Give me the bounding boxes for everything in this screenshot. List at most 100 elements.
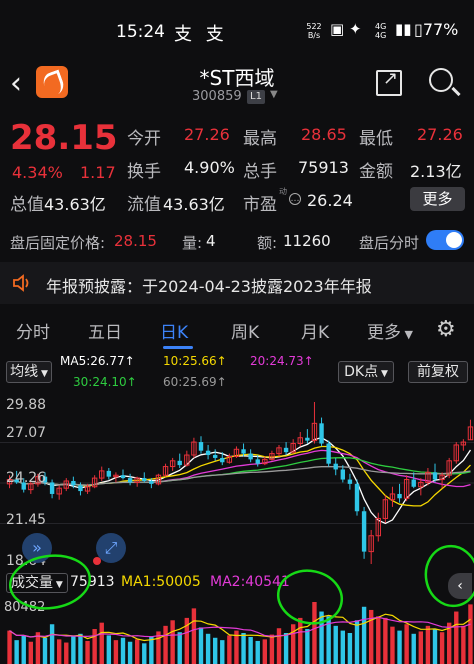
volume-chart [7, 602, 473, 664]
pe-info-icon[interactable]: … [289, 193, 301, 205]
volume-bar [113, 640, 119, 664]
candle [326, 440, 331, 467]
candle-body [432, 472, 438, 480]
level-caret-icon[interactable]: ▼ [270, 89, 278, 100]
total-hands-value: 75913 [298, 158, 349, 177]
candle-body [255, 459, 260, 464]
after-hours-price: 28.15 [114, 232, 157, 250]
candle [418, 478, 424, 496]
volume-bar [127, 641, 133, 664]
share-icon[interactable] [376, 68, 402, 96]
adjust-button[interactable]: 前复权 [408, 361, 468, 383]
volume-bar [64, 642, 69, 664]
signal-bars-icon: ▮▮ [395, 20, 412, 38]
tab-more[interactable]: 更多 ▼ [367, 318, 413, 343]
notice-text: 年报预披露：于2024-04-23披露2023年年报 [46, 277, 372, 296]
notice-bar[interactable]: 年报预披露：于2024-04-23披露2023年年报 [0, 262, 474, 304]
tab-more-label: 更多 [367, 323, 401, 343]
candle-body [220, 457, 225, 463]
turnover-label: 换手 [127, 162, 161, 182]
candle [389, 486, 396, 507]
stock-header: ‹ *ST西域 300859 L1 ▼ [0, 60, 474, 112]
more-quote-button[interactable]: 更多 [410, 187, 465, 211]
speaker-icon [13, 274, 29, 292]
gear-icon[interactable]: ⚙ [436, 317, 456, 342]
volume-bar [468, 604, 473, 664]
candle [191, 437, 197, 458]
candle [91, 475, 98, 489]
volume-bar [92, 629, 97, 664]
volume-bar [220, 640, 225, 664]
volume-bar [248, 636, 253, 664]
after-hours-vol: 4 [206, 232, 216, 250]
search-icon[interactable] [429, 68, 453, 92]
candle-body [241, 449, 246, 454]
nfc-wifi-icons: ▣ ✦ [330, 20, 362, 38]
volume-bar [319, 611, 324, 664]
volume-bar [397, 630, 402, 664]
candle [106, 468, 112, 480]
candle-body [397, 493, 402, 499]
after-hours-amount: 11260 [283, 232, 331, 250]
volume-header: 成交量 ▼ 75913 MA1:50005 MA2:40541 [0, 571, 474, 595]
volume-bar [120, 637, 126, 664]
candle-body [78, 485, 83, 492]
volume-bar [340, 630, 346, 664]
fast-forward-icon[interactable]: » [22, 533, 52, 563]
y-tick-label: 24.26 [6, 470, 47, 486]
tab-five-day[interactable]: 五日 [88, 318, 122, 343]
status-time: 15:24 [116, 22, 165, 42]
after-hours-bar: 盘后固定价格: 28.15 量: 4 额: 11260 盘后分时 [0, 224, 474, 258]
dk-point-label: DK点 [344, 364, 379, 380]
y-tick-label: 21.45 [6, 512, 47, 528]
candle [142, 472, 147, 483]
volume-bar [312, 602, 317, 664]
tab-daily-k[interactable]: 日K [160, 318, 188, 343]
candle [397, 483, 402, 503]
volume-bar [49, 624, 55, 664]
volume-bar [354, 620, 360, 664]
candle [319, 417, 324, 447]
candle-body [333, 463, 338, 470]
ma-selector-button[interactable]: 均线 ▼ [6, 361, 52, 383]
high-value: 28.65 [301, 125, 347, 144]
ma60-label: 60:25.69↑ [163, 375, 227, 389]
total-hands-label: 总手 [243, 162, 277, 182]
candle-body [120, 475, 126, 479]
net-speed-unit: B/s [307, 31, 321, 40]
volume-bar [376, 616, 381, 664]
after-hours-timeshare-label: 盘后分时 [359, 234, 420, 252]
open-label: 今开 [127, 129, 161, 149]
volume-bar [177, 632, 182, 664]
volume-bar [56, 639, 62, 664]
after-hours-price-label: 盘后固定价格: [10, 234, 106, 252]
tab-monthly-k[interactable]: 月K [301, 318, 329, 343]
level-badge[interactable]: L1 [247, 90, 265, 104]
stock-code: 300859 [192, 89, 242, 104]
turnover-value: 4.90% [184, 158, 235, 177]
after-hours-toggle[interactable] [426, 230, 464, 250]
volume-bar [163, 625, 168, 664]
status-bar: 15:24 支 支 522 B/s ▣ ✦ 4G 4G ▮▮ ▯77% [0, 0, 474, 64]
ma-selector-label: 均线 [10, 364, 39, 380]
candle [283, 442, 289, 456]
candle [99, 466, 105, 481]
volume-bar [42, 637, 48, 664]
volume-bar [269, 634, 275, 664]
volume-indicator-selector[interactable]: 成交量 ▼ [6, 573, 68, 593]
period-tabs: 分时 五日 日K 周K 月K 更多 ▼ ⚙ [0, 310, 474, 350]
signal-label-2: 4G [375, 31, 387, 40]
open-value: 27.26 [184, 125, 230, 144]
current-price: 28.15 [10, 118, 118, 158]
volume-bar [106, 635, 112, 664]
volume-bar [71, 636, 76, 664]
candle [361, 506, 367, 559]
dk-point-button[interactable]: DK点 ▼ [338, 361, 394, 383]
k-line-chart[interactable] [0, 392, 474, 572]
notification-dot [93, 557, 101, 565]
tab-weekly-k[interactable]: 周K [231, 318, 259, 343]
total-value: 43.63亿 [44, 195, 106, 214]
candle-body [411, 479, 416, 487]
high-label: 最高 [243, 129, 277, 149]
tab-timeshare[interactable]: 分时 [16, 318, 50, 343]
